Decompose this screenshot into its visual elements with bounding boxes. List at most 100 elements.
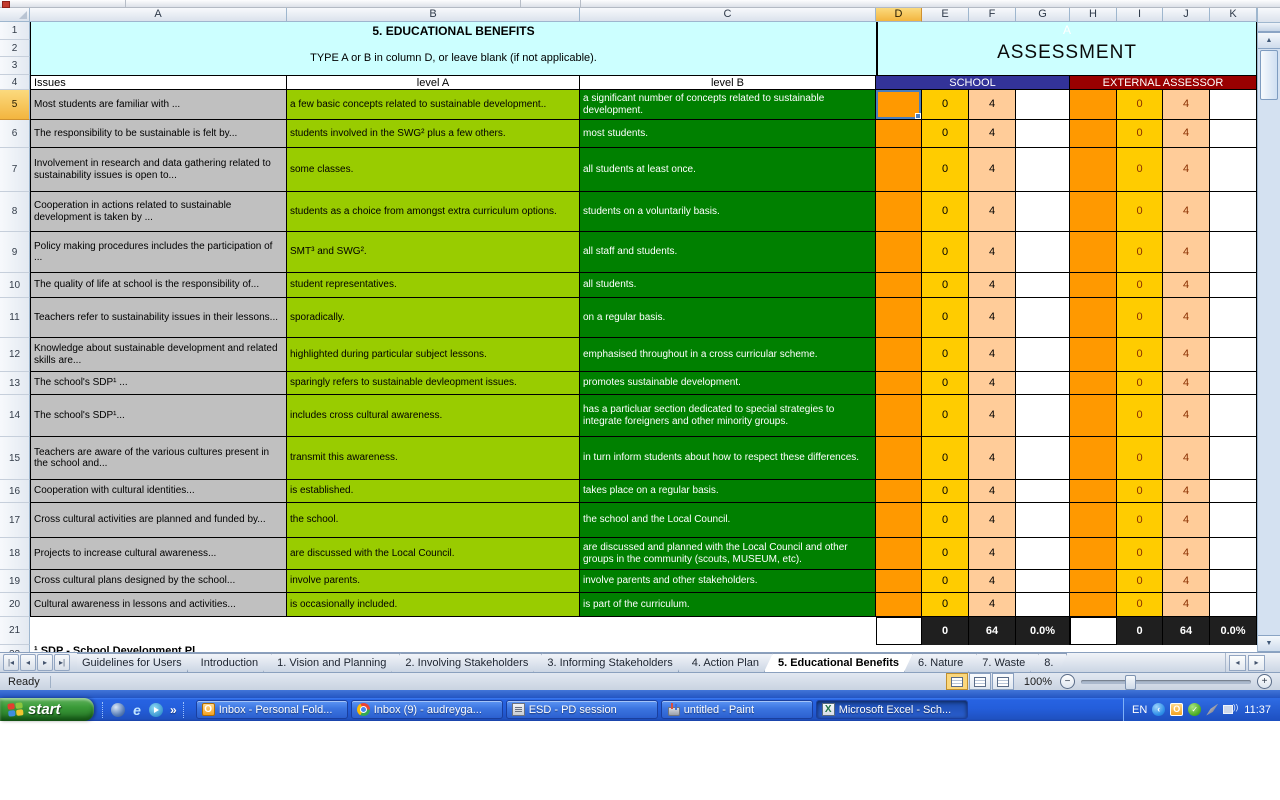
external-total-max[interactable]: 64: [1163, 617, 1210, 645]
row-number[interactable]: 8: [0, 192, 30, 232]
external-score-cell[interactable]: [1210, 90, 1257, 120]
school-zero-cell[interactable]: 0: [922, 503, 969, 538]
school-score-cell[interactable]: [1016, 538, 1070, 570]
normal-view-button[interactable]: [946, 673, 968, 690]
row-number[interactable]: 16: [0, 480, 30, 503]
external-score-cell[interactable]: [1210, 395, 1257, 437]
school-score-cell[interactable]: [1016, 570, 1070, 593]
external-four-cell[interactable]: 4: [1163, 232, 1210, 273]
external-four-cell[interactable]: 4: [1163, 298, 1210, 338]
external-answer-cell[interactable]: [1070, 395, 1117, 437]
external-score-cell[interactable]: [1210, 593, 1257, 617]
column-header-f[interactable]: F: [969, 8, 1016, 22]
level-a-cell[interactable]: some classes.: [287, 148, 580, 192]
level-a-cell[interactable]: sparingly refers to sustainable devleopm…: [287, 372, 580, 395]
external-answer-cell[interactable]: [1070, 372, 1117, 395]
external-zero-cell[interactable]: 0: [1117, 437, 1163, 480]
external-answer-cell[interactable]: [1070, 192, 1117, 232]
external-zero-cell[interactable]: 0: [1117, 503, 1163, 538]
school-zero-cell[interactable]: 0: [922, 395, 969, 437]
external-zero-cell[interactable]: 0: [1117, 120, 1163, 148]
external-zero-cell[interactable]: 0: [1117, 192, 1163, 232]
external-four-cell[interactable]: 4: [1163, 90, 1210, 120]
school-score-cell[interactable]: [1016, 503, 1070, 538]
level-a-cell[interactable]: students as a choice from amongst extra …: [287, 192, 580, 232]
row-number[interactable]: 21: [0, 617, 30, 645]
vertical-scrollbar[interactable]: ▲ ▼: [1257, 8, 1280, 652]
external-answer-cell[interactable]: [1070, 538, 1117, 570]
tab-scroll-right-button[interactable]: ▸: [1248, 655, 1265, 671]
row-number[interactable]: 9: [0, 232, 30, 273]
school-four-cell[interactable]: 4: [969, 120, 1016, 148]
page-break-view-button[interactable]: [992, 673, 1014, 690]
row-number[interactable]: 11: [0, 298, 30, 338]
school-score-cell[interactable]: [1016, 148, 1070, 192]
issue-cell[interactable]: The school's SDP¹...: [30, 395, 287, 437]
school-zero-cell[interactable]: 0: [922, 273, 969, 298]
school-total-zero[interactable]: 0: [922, 617, 969, 645]
level-a-cell[interactable]: transmit this awareness.: [287, 437, 580, 480]
school-zero-cell[interactable]: 0: [922, 372, 969, 395]
issue-cell[interactable]: Projects to increase cultural awareness.…: [30, 538, 287, 570]
external-answer-cell[interactable]: [1070, 338, 1117, 372]
school-score-cell[interactable]: [1016, 338, 1070, 372]
school-answer-cell[interactable]: [876, 570, 922, 593]
issue-cell[interactable]: Cross cultural plans designed by the sch…: [30, 570, 287, 593]
level-a-cell[interactable]: is occasionally included.: [287, 593, 580, 617]
school-answer-cell[interactable]: [876, 372, 922, 395]
start-button[interactable]: start: [0, 698, 94, 721]
column-header-a[interactable]: A: [30, 8, 287, 22]
sheet-tab[interactable]: 2. Involving Stakeholders: [391, 653, 542, 672]
school-score-cell[interactable]: [1016, 395, 1070, 437]
level-b-cell[interactable]: has a particluar section dedicated to sp…: [580, 395, 876, 437]
external-assessor-header-cell[interactable]: EXTERNAL ASSESSOR: [1070, 75, 1257, 90]
row-number[interactable]: 10: [0, 273, 30, 298]
assessment-title-cell[interactable]: A ASSESSMENT: [876, 22, 1257, 75]
row-number[interactable]: 2: [0, 40, 30, 58]
internet-explorer-icon[interactable]: e: [130, 703, 144, 717]
row-number[interactable]: 6: [0, 120, 30, 148]
external-score-cell[interactable]: [1210, 192, 1257, 232]
school-score-cell[interactable]: [1016, 480, 1070, 503]
column-header-h[interactable]: H: [1070, 8, 1117, 22]
level-b-cell[interactable]: promotes sustainable development.: [580, 372, 876, 395]
taskbar-window-button[interactable]: ESD - PD session: [506, 700, 658, 719]
school-zero-cell[interactable]: 0: [922, 232, 969, 273]
school-four-cell[interactable]: 4: [969, 90, 1016, 120]
level-b-cell[interactable]: a significant number of concepts related…: [580, 90, 876, 120]
sheet-tab[interactable]: 6. Nature: [904, 653, 977, 672]
row-number[interactable]: 20: [0, 593, 30, 617]
row-number[interactable]: 13: [0, 372, 30, 395]
school-four-cell[interactable]: 4: [969, 503, 1016, 538]
level-b-cell[interactable]: all students.: [580, 273, 876, 298]
issues-header-cell[interactable]: Issues: [30, 75, 287, 90]
row-number[interactable]: 15: [0, 437, 30, 480]
school-total-max[interactable]: 64: [969, 617, 1016, 645]
school-answer-cell[interactable]: [876, 120, 922, 148]
external-four-cell[interactable]: 4: [1163, 148, 1210, 192]
school-zero-cell[interactable]: 0: [922, 480, 969, 503]
external-zero-cell[interactable]: 0: [1117, 593, 1163, 617]
level-b-cell[interactable]: on a regular basis.: [580, 298, 876, 338]
level-a-cell[interactable]: students involved in the SWG² plus a few…: [287, 120, 580, 148]
taskbar-window-button[interactable]: Inbox - Personal Fold...: [196, 700, 348, 719]
level-b-cell[interactable]: most students.: [580, 120, 876, 148]
external-score-cell[interactable]: [1210, 503, 1257, 538]
sheet-tab[interactable]: 7. Waste: [968, 653, 1039, 672]
column-header-i[interactable]: I: [1117, 8, 1163, 22]
level-a-cell[interactable]: the school.: [287, 503, 580, 538]
school-answer-cell[interactable]: [876, 90, 922, 120]
row-number[interactable]: 7: [0, 148, 30, 192]
external-answer-cell[interactable]: [1070, 273, 1117, 298]
issue-cell[interactable]: Teachers are aware of the various cultur…: [30, 437, 287, 480]
external-four-cell[interactable]: 4: [1163, 480, 1210, 503]
school-score-cell[interactable]: [1016, 298, 1070, 338]
school-zero-cell[interactable]: 0: [922, 538, 969, 570]
antivirus-check-icon[interactable]: ✓: [1188, 703, 1201, 716]
sheet-tab[interactable]: Guidelines for Users: [77, 653, 196, 672]
school-four-cell[interactable]: 4: [969, 538, 1016, 570]
external-four-cell[interactable]: 4: [1163, 192, 1210, 232]
last-sheet-button[interactable]: ▸|: [54, 654, 70, 671]
column-header-k[interactable]: K: [1210, 8, 1257, 22]
external-four-cell[interactable]: 4: [1163, 570, 1210, 593]
